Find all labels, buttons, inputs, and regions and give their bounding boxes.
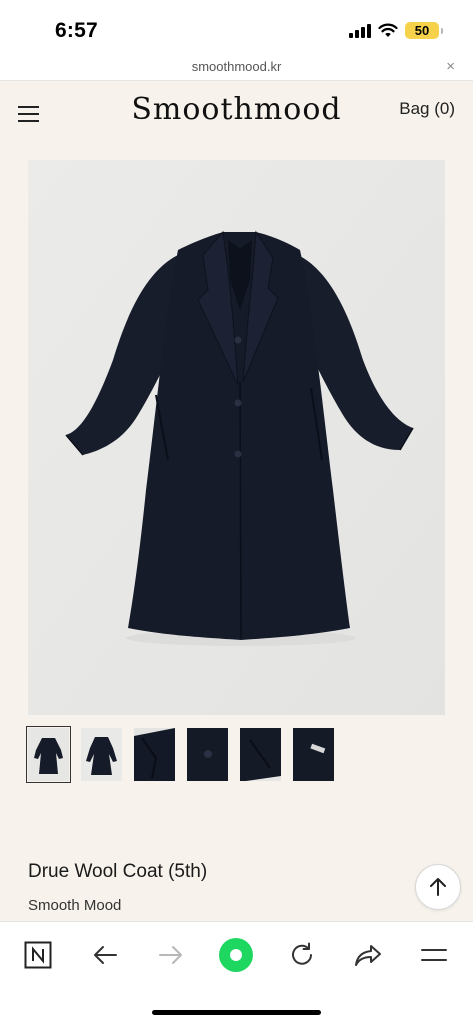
thumbnail-collar-detail[interactable] xyxy=(134,728,175,781)
back-button[interactable] xyxy=(85,935,125,975)
thumbnail-coat-front[interactable] xyxy=(26,726,71,783)
home-indicator[interactable] xyxy=(152,1010,321,1015)
status-time: 6:57 xyxy=(55,19,98,42)
product-title: Drue Wool Coat (5th) xyxy=(28,861,208,882)
battery-level: 50 xyxy=(414,23,430,38)
battery-icon: 50 xyxy=(405,22,439,39)
menu-button[interactable] xyxy=(414,935,454,975)
refresh-icon xyxy=(292,942,312,965)
thumbnail-button-detail[interactable] xyxy=(187,728,228,781)
forward-arrow-icon xyxy=(159,946,182,964)
browser-bottom-bar xyxy=(0,921,473,1024)
thumbnail-label-detail[interactable] xyxy=(293,728,334,781)
coat-illustration xyxy=(28,160,445,715)
site-header: Smoothmood Bag (0) xyxy=(0,82,473,144)
status-bar: 6:57 50 xyxy=(0,0,473,58)
scroll-to-top-button[interactable] xyxy=(415,864,461,910)
close-icon[interactable]: × xyxy=(446,58,455,75)
wifi-icon xyxy=(378,23,398,37)
green-dot-button[interactable] xyxy=(216,935,256,975)
naver-home-button[interactable] xyxy=(18,935,58,975)
menu-lines-icon xyxy=(421,949,447,961)
green-dot-icon xyxy=(219,938,253,972)
arrow-up-icon xyxy=(430,878,446,896)
battery-nub xyxy=(441,27,443,34)
share-button[interactable] xyxy=(348,935,388,975)
bag-link[interactable]: Bag (0) xyxy=(399,99,455,119)
back-arrow-icon xyxy=(94,946,117,964)
thumbnail-strip xyxy=(26,726,334,783)
thumbnail-coat-front-alt[interactable] xyxy=(81,728,122,781)
url-bar[interactable]: smoothmood.kr × xyxy=(0,58,473,81)
refresh-button[interactable] xyxy=(282,935,322,975)
product-main-image[interactable] xyxy=(28,160,445,715)
status-icons: 50 xyxy=(349,22,443,39)
product-brand[interactable]: Smooth Mood xyxy=(28,897,121,914)
naver-n-icon xyxy=(24,941,52,969)
forward-button[interactable] xyxy=(151,935,191,975)
thumbnail-pocket-detail[interactable] xyxy=(240,728,281,781)
share-icon xyxy=(355,945,381,966)
url-text[interactable]: smoothmood.kr xyxy=(0,59,473,74)
signal-icon xyxy=(349,23,371,38)
